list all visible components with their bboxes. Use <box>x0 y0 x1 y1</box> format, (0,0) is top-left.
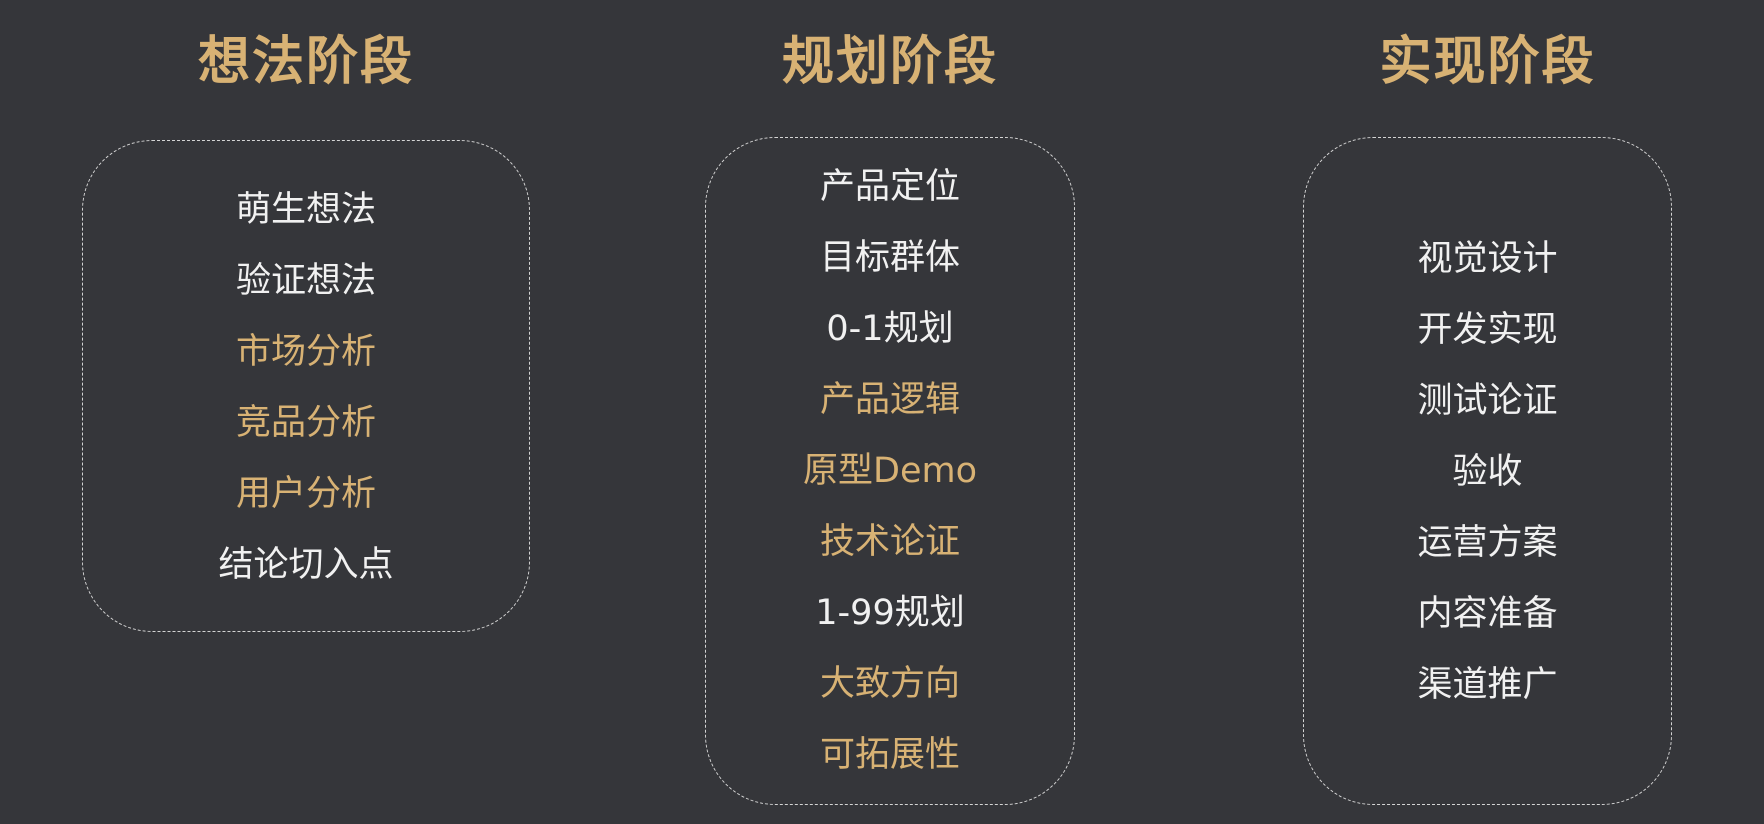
stage-items-idea: 萌生想法 验证想法 市场分析 竞品分析 用户分析 结论切入点 <box>82 175 530 601</box>
stage-item: 视觉设计 <box>1417 239 1558 279</box>
stage-title-implementation: 实现阶段 <box>1379 32 1596 92</box>
stage-item: 渠道推广 <box>1417 665 1558 705</box>
stage-item: 结论切入点 <box>218 545 394 585</box>
stage-item: 产品定位 <box>819 167 960 207</box>
stage-item: 验证想法 <box>235 261 376 301</box>
stage-item: 运营方案 <box>1417 523 1558 563</box>
stage-item: 萌生想法 <box>235 190 376 230</box>
stage-diagram: 想法阶段 萌生想法 验证想法 市场分析 竞品分析 用户分析 结论切入点 规划阶段… <box>0 0 1764 824</box>
stage-items-implementation: 视觉设计 开发实现 测试论证 验收 运营方案 内容准备 渠道推广 <box>1303 224 1672 721</box>
stage-item: 验收 <box>1452 452 1523 492</box>
stage-item: 开发实现 <box>1417 310 1558 350</box>
stage-items-plan: 产品定位 目标群体 0-1规划 产品逻辑 原型Demo 技术论证 1-99规划 … <box>705 152 1075 791</box>
stage-item: 0-1规划 <box>826 309 954 349</box>
stage-item: 用户分析 <box>235 474 376 514</box>
stage-item: 测试论证 <box>1417 381 1558 421</box>
stage-item: 1-99规划 <box>815 593 965 633</box>
stage-item: 原型Demo <box>803 451 977 491</box>
stage-item: 技术论证 <box>819 522 960 562</box>
stage-title-idea: 想法阶段 <box>197 32 414 92</box>
stage-title-plan: 规划阶段 <box>781 32 998 92</box>
stage-item: 目标群体 <box>819 238 960 278</box>
stage-item: 竞品分析 <box>235 403 376 443</box>
stage-item: 大致方向 <box>819 664 960 704</box>
stage-item: 可拓展性 <box>819 735 960 775</box>
stage-item: 市场分析 <box>235 332 376 372</box>
stage-item: 产品逻辑 <box>819 380 960 420</box>
stage-item: 内容准备 <box>1417 594 1558 634</box>
